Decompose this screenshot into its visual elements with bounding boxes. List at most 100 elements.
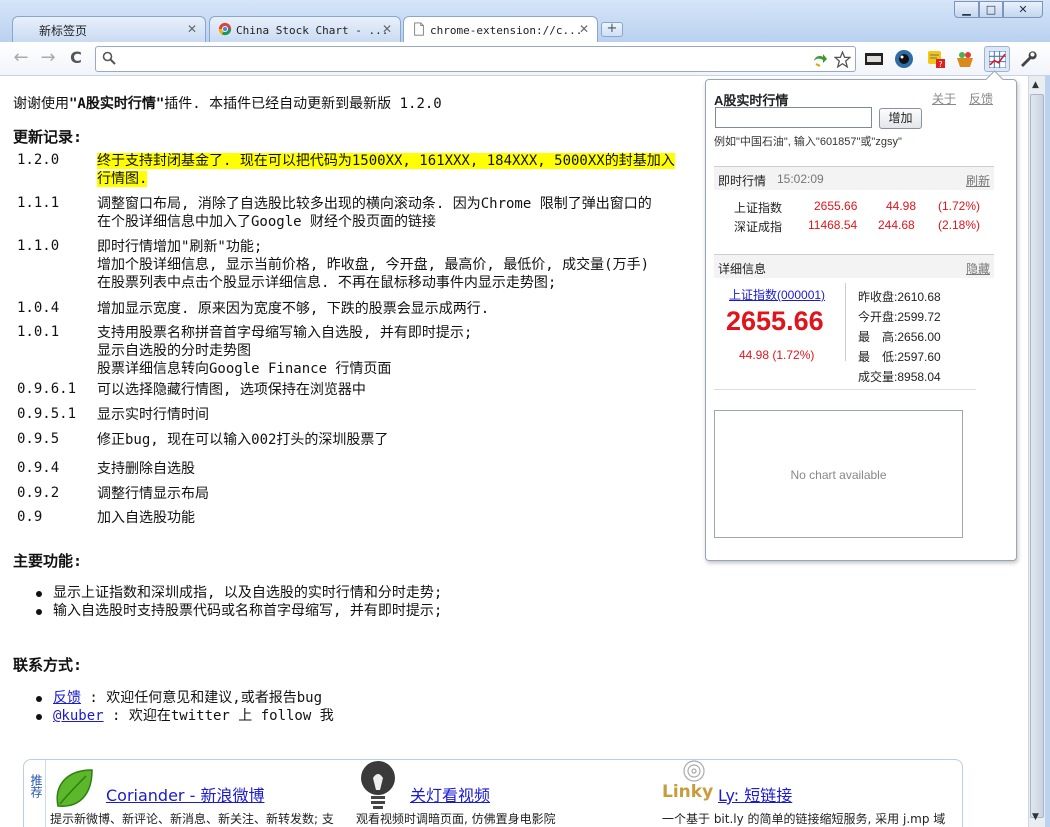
vertical-scrollbar[interactable]: ▲ ▼ bbox=[1028, 76, 1045, 827]
description-line: 增加个股详细信息, 显示当前价格, 昨收盘, 今开盘, 最高价, 最低价, 成交… bbox=[97, 257, 650, 273]
refresh-link[interactable]: 刷新 bbox=[966, 172, 990, 189]
new-tab-button[interactable]: + bbox=[601, 22, 623, 37]
detail-item: 今开盘:2599.72 bbox=[858, 310, 941, 324]
recommend-label: 推荐 bbox=[24, 760, 46, 827]
minimize-button[interactable]: ▁ bbox=[954, 1, 979, 18]
version-description: 调整行情显示布局 bbox=[97, 485, 209, 503]
detail-item: 最 低:2597.60 bbox=[858, 350, 941, 364]
changelog-heading: 更新记录: bbox=[13, 128, 83, 146]
hide-link[interactable]: 隐藏 bbox=[966, 260, 990, 277]
index-change: 244.68 bbox=[878, 218, 915, 232]
twitter-link[interactable]: @kuber bbox=[53, 708, 104, 724]
detail-item: 昨收盘:2610.68 bbox=[858, 290, 941, 304]
star-icon[interactable] bbox=[834, 51, 851, 68]
version-number: 0.9.2 bbox=[17, 485, 60, 501]
scroll-up-icon[interactable]: ▲ bbox=[1032, 80, 1039, 90]
detail-item: 成交量:8958.04 bbox=[858, 370, 941, 384]
version-number: 1.0.1 bbox=[17, 324, 60, 340]
close-tab-icon[interactable]: ✕ bbox=[382, 22, 392, 36]
current-price: 2655.66 bbox=[726, 306, 824, 336]
version-number: 1.2.0 bbox=[17, 152, 60, 168]
description-line: 终于支持封闭基金了. 现在可以把代码为1500XX, 161XXX, 184XX… bbox=[97, 152, 675, 170]
notification-icon[interactable]: ? bbox=[926, 49, 946, 69]
browser-toolbar: ← → C ? bbox=[0, 42, 1050, 76]
basket-icon[interactable] bbox=[955, 49, 975, 69]
tab-china-stock-chart[interactable]: China Stock Chart - ... ✕ bbox=[209, 16, 401, 42]
film-strip-icon[interactable] bbox=[864, 49, 884, 69]
about-link[interactable]: 关于 bbox=[932, 90, 956, 107]
description-line: 修正bug, 现在可以输入002打头的深圳股票了 bbox=[97, 432, 389, 448]
version-description: 修正bug, 现在可以输入002打头的深圳股票了 bbox=[97, 431, 388, 449]
description-line: 调整行情显示布局 bbox=[97, 486, 209, 502]
version-number: 1.1.1 bbox=[17, 195, 60, 211]
tab-strip: 新标签页 ✕ China Stock Chart - ... ✕ chrome-… bbox=[0, 0, 1050, 43]
recommend-title[interactable]: Ly: 短链接 bbox=[718, 782, 792, 806]
linky-logo: Linky bbox=[662, 760, 713, 808]
forward-button[interactable]: → bbox=[36, 48, 60, 68]
highlight-text: 行情图. bbox=[97, 171, 148, 187]
version-description: 支持用股票名称拼音首字母缩写输入自选股, 并有即时提示; 显示自选股的分时走势图股… bbox=[97, 324, 472, 378]
share-arrow-icon[interactable] bbox=[812, 52, 828, 68]
svg-text:?: ? bbox=[938, 60, 942, 69]
description-line: 行情图. bbox=[97, 170, 675, 188]
version-number: 0.9 bbox=[17, 509, 43, 525]
version-number: 0.9.5.1 bbox=[17, 406, 77, 422]
detail-separator bbox=[714, 389, 976, 390]
close-tab-icon[interactable]: ✕ bbox=[579, 22, 589, 36]
recommend-title[interactable]: 关灯看视频 bbox=[410, 782, 490, 806]
tab-new-tab[interactable]: 新标签页 ✕ bbox=[12, 16, 206, 42]
detail-heading: 详细信息 bbox=[718, 262, 767, 276]
input-hint: 例如"中国石油", 输入"601857"或"zgsy" bbox=[714, 136, 902, 148]
price-change: 44.98 (1.72%) bbox=[739, 348, 815, 362]
description-line: 增加显示宽度. 原来因为宽度不够, 下跌的股票会显示成两行. bbox=[97, 301, 490, 317]
wrench-icon[interactable] bbox=[1018, 49, 1038, 69]
realtime-section-header: 即时行情 15:02:09 刷新 bbox=[714, 166, 994, 190]
description-line: 支持删除自选股 bbox=[97, 461, 195, 477]
version-description: 支持删除自选股 bbox=[97, 460, 195, 478]
features-list: 显示上证指数和深圳成指, 以及自选股的实时行情和分时走势; 输入自选股时支持股票… bbox=[35, 584, 442, 620]
detail-item: 最 高:2656.00 bbox=[858, 330, 941, 344]
detail-section-header: 详细信息 隐藏 bbox=[714, 254, 994, 278]
version-description: 调整窗口布局, 消除了自选股比较多出现的横向滚动条. 因为Chrome 限制了弹… bbox=[97, 195, 652, 231]
leaf-icon bbox=[56, 769, 93, 807]
recommend-title[interactable]: Coriander - 新浪微博 bbox=[106, 782, 264, 806]
add-button[interactable]: 增加 bbox=[879, 108, 922, 129]
index-change: 44.98 bbox=[886, 199, 917, 213]
recommend-box: 推荐 Coriander - 新浪微博 提示新微博、新评论、新消息、新关注、新转… bbox=[23, 759, 963, 827]
feedback-link[interactable]: 反馈 bbox=[53, 690, 81, 706]
spiral-icon bbox=[683, 760, 705, 782]
version-number: 0.9.4 bbox=[17, 460, 60, 476]
reload-button[interactable]: C bbox=[64, 48, 88, 68]
description-line: 在个股详细信息中加入了Google 财经个股页面的链接 bbox=[97, 214, 436, 230]
description-line: 显示实时行情时间 bbox=[97, 407, 209, 423]
lightbulb-icon bbox=[361, 761, 395, 809]
close-tab-icon[interactable]: ✕ bbox=[187, 22, 197, 36]
scroll-down-icon[interactable]: ▼ bbox=[1032, 812, 1039, 822]
chart-placeholder: No chart available bbox=[790, 468, 887, 482]
index-pct: (1.72%) bbox=[938, 199, 981, 213]
stock-extension-button[interactable] bbox=[984, 46, 1010, 72]
highlight-text: 终于支持封闭基金了. 现在可以把代码为1500XX, 161XXX, 184XX… bbox=[97, 153, 675, 169]
close-window-button[interactable]: ✕ bbox=[1003, 1, 1043, 18]
maximize-button[interactable]: □ bbox=[979, 1, 1003, 18]
stock-code-input[interactable] bbox=[715, 107, 872, 128]
contact-heading: 联系方式: bbox=[13, 656, 83, 674]
tab-label: chrome-extension://c... bbox=[430, 24, 583, 37]
stock-chart: No chart available bbox=[714, 410, 963, 538]
tab-label: China Stock Chart - ... bbox=[236, 24, 389, 37]
recommend-desc: 提示新微博、新评论、新消息、新关注、新转发数; 支 bbox=[50, 812, 334, 826]
feedback-link[interactable]: 反馈 bbox=[969, 90, 993, 107]
list-item: @kuber : 欢迎在twitter 上 follow 我 bbox=[36, 708, 334, 724]
document-icon bbox=[414, 22, 424, 36]
tab-extension-page[interactable]: chrome-extension://c... ✕ bbox=[403, 16, 598, 43]
realtime-heading: 即时行情 bbox=[718, 174, 767, 188]
chrome-store-icon bbox=[218, 22, 232, 36]
camera-lens-icon[interactable] bbox=[894, 49, 914, 69]
stock-detail-link[interactable]: 上证指数(000001) bbox=[729, 286, 825, 303]
address-bar[interactable] bbox=[95, 46, 856, 72]
description-line: 即时行情增加"刷新"功能; bbox=[97, 239, 263, 255]
back-button[interactable]: ← bbox=[9, 48, 33, 68]
version-number: 1.0.4 bbox=[17, 300, 60, 316]
scrollbar-thumb[interactable] bbox=[1030, 94, 1044, 818]
grid-chart-icon bbox=[989, 51, 1006, 68]
